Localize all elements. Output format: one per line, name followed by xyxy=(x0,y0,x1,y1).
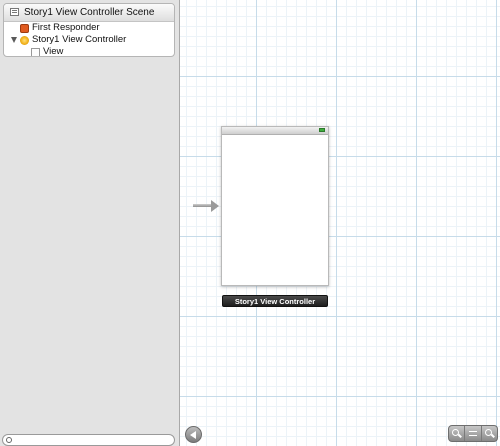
zoom-in-icon xyxy=(484,429,492,436)
zoom-in-button[interactable] xyxy=(482,426,497,441)
outline-item-label: First Responder xyxy=(32,22,100,33)
zoom-out-button[interactable] xyxy=(449,426,466,441)
view-controller-frame[interactable] xyxy=(221,126,329,286)
entry-arrow-head-icon xyxy=(211,200,219,212)
outline-item-label: View xyxy=(43,46,64,57)
outline-item-view-controller[interactable]: Story1 View Controller xyxy=(4,34,174,46)
first-responder-icon xyxy=(20,24,29,33)
zoom-fit-button[interactable] xyxy=(465,426,482,441)
scene-dock-label[interactable]: Story1 View Controller xyxy=(222,295,328,307)
entry-arrow-line xyxy=(193,204,213,207)
chevron-left-icon xyxy=(190,431,196,439)
view-controller-icon xyxy=(20,36,29,45)
battery-icon xyxy=(319,128,325,132)
toggle-outline-button[interactable] xyxy=(185,426,202,443)
outline-item-label: Story1 View Controller xyxy=(32,34,127,45)
search-icon xyxy=(6,437,12,443)
disclosure-triangle-icon[interactable] xyxy=(11,37,17,43)
document-outline-panel: Story1 View Controller Scene First Respo… xyxy=(0,0,180,446)
outline-item-first-responder[interactable]: First Responder xyxy=(4,22,174,34)
outline-filter-field[interactable] xyxy=(2,434,175,446)
scene-title: Story1 View Controller Scene xyxy=(24,7,155,18)
status-bar xyxy=(222,127,328,135)
zoom-out-icon xyxy=(452,429,459,436)
outline-item-view[interactable]: View xyxy=(4,46,174,57)
zoom-fit-icon xyxy=(469,431,478,436)
zoom-controls xyxy=(448,425,498,442)
scene-icon xyxy=(10,8,19,16)
outline-tree: Story1 View Controller Scene First Respo… xyxy=(3,3,175,57)
scene-header[interactable]: Story1 View Controller Scene xyxy=(4,4,174,22)
view-icon xyxy=(31,48,40,56)
initial-scene-arrow[interactable] xyxy=(193,200,219,212)
